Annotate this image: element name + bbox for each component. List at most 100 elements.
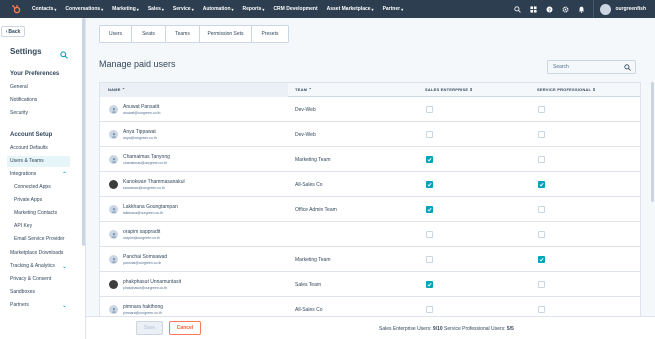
integrations-chevron-up-icon[interactable]: ⌃ (62, 171, 67, 178)
nav-item-conversations[interactable]: Conversations ▾ (65, 6, 103, 12)
search-icon[interactable] (511, 3, 523, 15)
sidebar-item-users-teams[interactable]: Users & Teams (7, 156, 70, 167)
sidebar-item-account-defaults[interactable]: Account Defaults (10, 143, 70, 154)
user-avatar (109, 230, 118, 239)
chevron-down-icon: ▾ (54, 6, 57, 12)
sales-enterprise-checkbox[interactable] (426, 181, 433, 188)
sidebar-item-privacy-consent[interactable]: Privacy & Consent (10, 274, 70, 285)
nav-item-service[interactable]: Service ▾ (173, 6, 194, 12)
service-professional-checkbox[interactable] (538, 156, 545, 163)
settings-gear-icon[interactable] (559, 3, 571, 15)
top-nav: Contacts ▾ Conversations ▾ Marketing ▾ Sales ▾ S… (0, 0, 655, 18)
account-avatar[interactable] (600, 3, 612, 15)
user-avatar (109, 280, 118, 289)
sales-enterprise-checkbox[interactable] (426, 281, 433, 288)
user-name[interactable]: Kanokwan Thammasanakul (123, 179, 185, 185)
sidebar-item-general[interactable]: General (10, 82, 70, 93)
tab-seats[interactable]: Seats (132, 26, 166, 42)
user-avatar (109, 105, 118, 114)
nav-item-marketing[interactable]: Marketing ▾ (112, 6, 139, 12)
sales-enterprise-checkbox[interactable] (426, 156, 433, 163)
nav-item-sales[interactable]: Sales ▾ (148, 6, 164, 12)
help-icon[interactable]: ? (543, 3, 555, 15)
user-avatar (109, 255, 118, 264)
sidebar-item-sandboxes[interactable]: Sandboxes (10, 287, 70, 298)
user-email: pimnara@ourgreen.co.th (123, 311, 162, 315)
nav-item-automation[interactable]: Automation ▾ (203, 6, 234, 12)
tab-users[interactable]: Users (100, 26, 132, 42)
sales-enterprise-checkbox[interactable] (426, 306, 433, 313)
notifications-bell-icon[interactable] (575, 3, 587, 15)
service-professional-checkbox[interactable] (538, 106, 545, 113)
sidebar-item-connected-apps[interactable]: Connected Apps (14, 182, 74, 193)
sidebar-scrollbar[interactable] (82, 18, 85, 246)
sidebar-item-api-key[interactable]: API Key (14, 221, 74, 232)
service-professional-checkbox[interactable] (538, 206, 545, 213)
nav-item-contacts[interactable]: Contacts ▾ (32, 6, 56, 12)
sales-enterprise-checkbox[interactable] (426, 131, 433, 138)
marketplace-icon[interactable] (527, 3, 539, 15)
cancel-button[interactable]: Cancel (169, 321, 201, 335)
tracking-chevron-down-icon[interactable]: ⌄ (62, 263, 67, 270)
user-name[interactable]: orapim sappradit (123, 229, 160, 235)
sidebar-item-marketing-contacts[interactable]: Marketing Contacts (14, 208, 74, 219)
sales-enterprise-count: 9/10 (432, 326, 443, 332)
tab-teams[interactable]: Teams (166, 26, 200, 42)
back-label: Back (8, 28, 21, 35)
seat-usage: Sales Enterprise Users: 9/10 Service Pro… (379, 326, 514, 332)
sidebar-item-email-service-provider[interactable]: Email Service Provider (14, 234, 74, 245)
search-input[interactable]: Search (547, 60, 636, 74)
user-name[interactable]: Panchai Somsawad (123, 254, 167, 260)
sales-enterprise-checkbox[interactable] (426, 256, 433, 263)
user-team: All-Sales Co (295, 307, 323, 313)
nav-item-asset-marketplace[interactable]: Asset Marketplace ▾ (327, 6, 374, 12)
column-header-team[interactable]: TEAM ⌃ (295, 83, 312, 97)
user-team: All-Sales Co (295, 182, 323, 188)
service-professional-checkbox[interactable] (538, 306, 545, 313)
service-professional-checkbox[interactable] (538, 131, 545, 138)
hubspot-logo-icon[interactable] (9, 2, 23, 16)
tab-permission-sets[interactable]: Permission Sets (200, 26, 252, 42)
user-name[interactable]: Anuwat Pansatit (123, 104, 159, 110)
search-icon[interactable] (624, 64, 631, 73)
sort-icon: ⇕ (469, 87, 474, 92)
table-row: orapim sappradit orapim@ourgreen.co.th (100, 222, 640, 247)
account-menu[interactable]: ourgreenfish (615, 6, 646, 12)
service-professional-checkbox[interactable] (538, 231, 545, 238)
table-scrollbar[interactable] (651, 82, 654, 202)
nav-item-reports[interactable]: Reports ▾ (243, 6, 265, 12)
column-header-sales-enterprise[interactable]: SALES ENTERPRISE ⇕ (425, 83, 473, 97)
chevron-down-icon: ▾ (136, 6, 139, 12)
service-professional-checkbox[interactable] (538, 256, 545, 263)
search-placeholder: Search (553, 64, 569, 70)
user-name[interactable]: phakphasut Unnamuntasit (123, 279, 181, 285)
sidebar-search-icon[interactable] (60, 46, 68, 64)
nav-item-partner[interactable]: Partner ▾ (383, 6, 404, 12)
user-name[interactable]: pimnara hakthong (123, 304, 163, 310)
save-button[interactable]: Save (136, 321, 163, 335)
sidebar-item-private-apps[interactable]: Private Apps (14, 195, 74, 206)
chevron-left-icon: ‹ (5, 28, 8, 35)
table-row: Anuwat Pansatit anuwat@ourgreen.co.th Dev-… (100, 97, 640, 122)
user-avatar (109, 155, 118, 164)
user-name[interactable]: Chamaimas Tanyong (123, 154, 170, 160)
user-email: orapim@ourgreen.co.th (123, 236, 160, 240)
tab-presets[interactable]: Presets (252, 26, 288, 42)
sidebar-item-security[interactable]: Security (10, 108, 70, 119)
service-professional-checkbox[interactable] (538, 181, 545, 188)
sales-enterprise-checkbox[interactable] (426, 206, 433, 213)
back-button[interactable]: ‹ Back (1, 26, 25, 37)
user-name[interactable]: Anya Tippawat (123, 129, 156, 135)
service-professional-checkbox[interactable] (538, 281, 545, 288)
sales-enterprise-checkbox[interactable] (426, 106, 433, 113)
partners-chevron-down-icon[interactable]: ⌄ (62, 302, 67, 309)
sales-enterprise-checkbox[interactable] (426, 231, 433, 238)
nav-item-crm-development[interactable]: CRM Development (273, 6, 317, 12)
sidebar-item-notifications[interactable]: Notifications (10, 95, 70, 106)
table-row: Lakkhana Goungtampan lakkhana@ourgreen.co… (100, 197, 640, 222)
sidebar-item-marketplace-downloads[interactable]: Marketplace Downloads (10, 248, 70, 259)
user-name[interactable]: Lakkhana Goungtampan (123, 204, 178, 210)
paid-users-table: NAME ⌃ TEAM ⌃ SALES ENTERPRISE ⇕ SERVICE… (99, 82, 641, 334)
column-header-name[interactable]: NAME ⌃ (100, 83, 288, 97)
column-header-service-professional[interactable]: SERVICE PROFESSIONAL ⇕ (537, 83, 596, 97)
